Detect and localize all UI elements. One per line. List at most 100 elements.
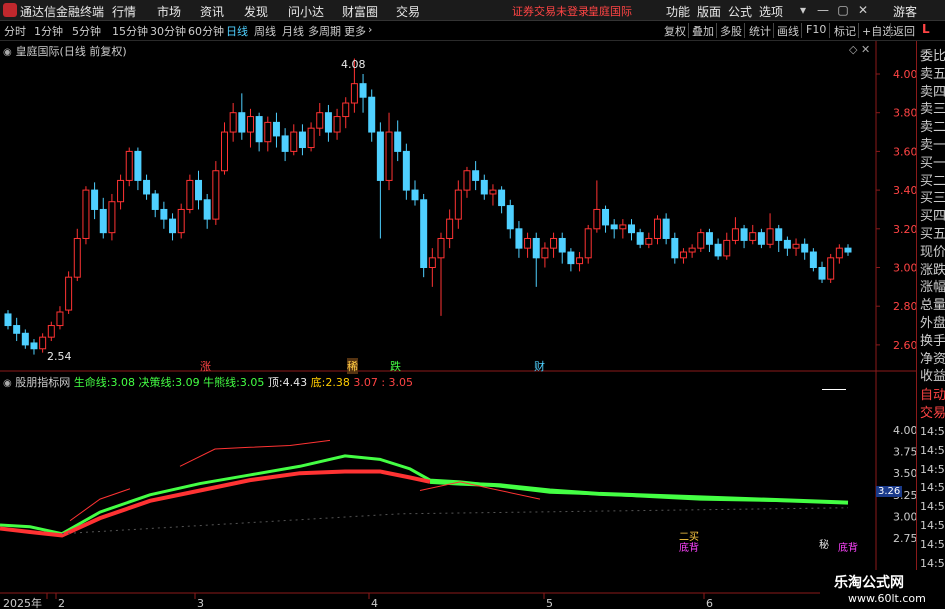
event-marker[interactable]: 财	[534, 358, 545, 374]
menu-formula[interactable]: 公式	[728, 3, 752, 20]
tool-stats[interactable]: 统计	[749, 23, 771, 39]
chart-canvas[interactable]: 4.00 3.80 3.60 3.40 3.20 3.00 2.80 2.60 4.00 3.7…	[0, 41, 916, 609]
quote-field-label[interactable]: 委比	[920, 45, 945, 64]
quote-field-label[interactable]: 总量	[920, 294, 945, 313]
minimize-icon[interactable]: —	[814, 2, 832, 18]
broker-link[interactable]: 皇庭国际	[588, 3, 632, 19]
period-weekly[interactable]: 周线	[254, 23, 276, 39]
period-daily[interactable]: 日线	[226, 23, 248, 39]
trade-time: 14:56	[920, 481, 945, 495]
tool-adjust[interactable]: 复权	[664, 23, 686, 39]
indicator-line-label: 生命线:	[73, 376, 111, 389]
collapse-icon[interactable]: ◉	[3, 47, 12, 58]
event-marker[interactable]: 涨	[200, 358, 211, 374]
candle-body	[723, 239, 731, 257]
event-marker[interactable]: 跌	[390, 358, 401, 374]
quote-field-label[interactable]: 卖一	[920, 134, 945, 153]
period-multi[interactable]: 多周期	[308, 23, 341, 39]
candle-body	[298, 131, 306, 149]
tool-mark[interactable]: 标记	[834, 23, 856, 39]
menu-discover[interactable]: 发现	[244, 3, 268, 20]
candle-body	[835, 247, 843, 259]
menu-bar: 通达信金融终端 行情 市场 资讯 发现 问小达 财富圈 交易 证券交易未登录 皇…	[0, 0, 945, 21]
quote-field-label[interactable]: 卖五	[920, 63, 945, 82]
candle-body	[558, 237, 566, 253]
signal-label: 秘	[819, 540, 829, 551]
period-15min[interactable]: 15分钟	[112, 23, 148, 39]
period-1min[interactable]: 1分钟	[34, 23, 63, 39]
tool-back[interactable]: 返回	[893, 23, 915, 39]
period-monthly[interactable]: 月线	[282, 23, 304, 39]
candle-body	[653, 218, 661, 239]
quote-field-label[interactable]: 涨跌	[920, 259, 945, 278]
candle-body	[385, 131, 393, 181]
panel-corner-label[interactable]: L	[922, 22, 930, 36]
quote-field-label[interactable]: 买五	[920, 223, 945, 242]
candle-body	[584, 228, 592, 259]
tool-f10[interactable]: F10	[806, 23, 826, 36]
period-more[interactable]: 更多	[344, 23, 366, 39]
candle-body	[186, 179, 194, 210]
quote-field-label[interactable]: 买一	[920, 152, 945, 171]
candle-body	[498, 189, 506, 207]
candle-body	[220, 131, 228, 172]
candle-body	[550, 237, 558, 249]
candle-body	[13, 325, 21, 334]
period-intraday[interactable]: 分时	[4, 23, 26, 39]
close-icon[interactable]: ✕	[854, 2, 872, 18]
menu-function[interactable]: 功能	[666, 3, 690, 20]
quote-field-label[interactable]: 现价	[920, 241, 945, 260]
menu-trade[interactable]: 交易	[396, 3, 420, 20]
decision-line-down	[429, 479, 849, 505]
tool-draw[interactable]: 画线	[777, 23, 799, 39]
quote-field-label[interactable]: 换手	[920, 330, 945, 349]
menu-layout[interactable]: 版面	[697, 3, 721, 20]
menu-news[interactable]: 资讯	[200, 3, 224, 20]
dropdown-icon[interactable]: ▾	[794, 2, 812, 18]
candle-body	[671, 237, 679, 259]
maximize-icon[interactable]: ▢	[834, 2, 852, 18]
quote-field-label[interactable]: 卖三	[920, 98, 945, 117]
quote-field-label[interactable]: 收益	[920, 365, 945, 384]
quote-field-label[interactable]: 买四	[920, 205, 945, 224]
price-tick-label: 4.00	[893, 68, 916, 81]
quote-field-label[interactable]: 买三	[920, 187, 945, 206]
candle-body	[506, 205, 514, 230]
divider	[744, 23, 745, 38]
indicator-name[interactable]: 股朋指标网	[15, 376, 70, 389]
quote-field-label[interactable]: 买二	[920, 170, 945, 189]
period-5min[interactable]: 5分钟	[72, 23, 101, 39]
quote-field-label[interactable]: 净资	[920, 348, 945, 367]
quote-field-label[interactable]: 涨幅	[920, 276, 945, 295]
tool-add-watchlist[interactable]: +自选	[862, 23, 893, 39]
menu-wealth[interactable]: 财富圈	[342, 3, 378, 20]
menu-market[interactable]: 市场	[157, 3, 181, 20]
quote-field-label[interactable]: 卖二	[920, 116, 945, 135]
indicator-series	[0, 439, 849, 538]
quote-field-label[interactable]: 交易	[920, 402, 945, 421]
candle-body	[160, 208, 168, 220]
candle-body	[697, 232, 705, 249]
guest-login[interactable]: 游客	[893, 3, 917, 20]
candle-body	[376, 131, 384, 181]
collapse-icon[interactable]: ◉	[3, 378, 12, 389]
chevron-right-icon[interactable]: ›	[368, 23, 372, 36]
period-60min[interactable]: 60分钟	[188, 23, 224, 39]
tool-overlay[interactable]: 叠加	[692, 23, 714, 39]
candle-body	[757, 232, 765, 245]
login-notice-link[interactable]: 证券交易未登录	[512, 3, 589, 19]
menu-ask[interactable]: 问小达	[288, 3, 324, 20]
candle-body	[39, 336, 47, 350]
menu-quotes[interactable]: 行情	[112, 3, 136, 20]
indicator-tick-label: 3.75	[893, 446, 916, 459]
chart-settings-icon[interactable]: ◇ ✕	[849, 43, 870, 56]
indicator-tick-label: 3.50	[893, 467, 916, 480]
quote-field-label[interactable]: 自动	[920, 384, 945, 403]
quote-field-label[interactable]: 卖四	[920, 81, 945, 100]
quote-field-label[interactable]: 外盘	[920, 312, 945, 331]
candle-body	[238, 112, 246, 133]
menu-options[interactable]: 选项	[759, 3, 783, 20]
period-30min[interactable]: 30分钟	[150, 23, 186, 39]
tool-multi[interactable]: 多股	[720, 23, 742, 39]
event-marker[interactable]: 稀	[347, 358, 358, 374]
